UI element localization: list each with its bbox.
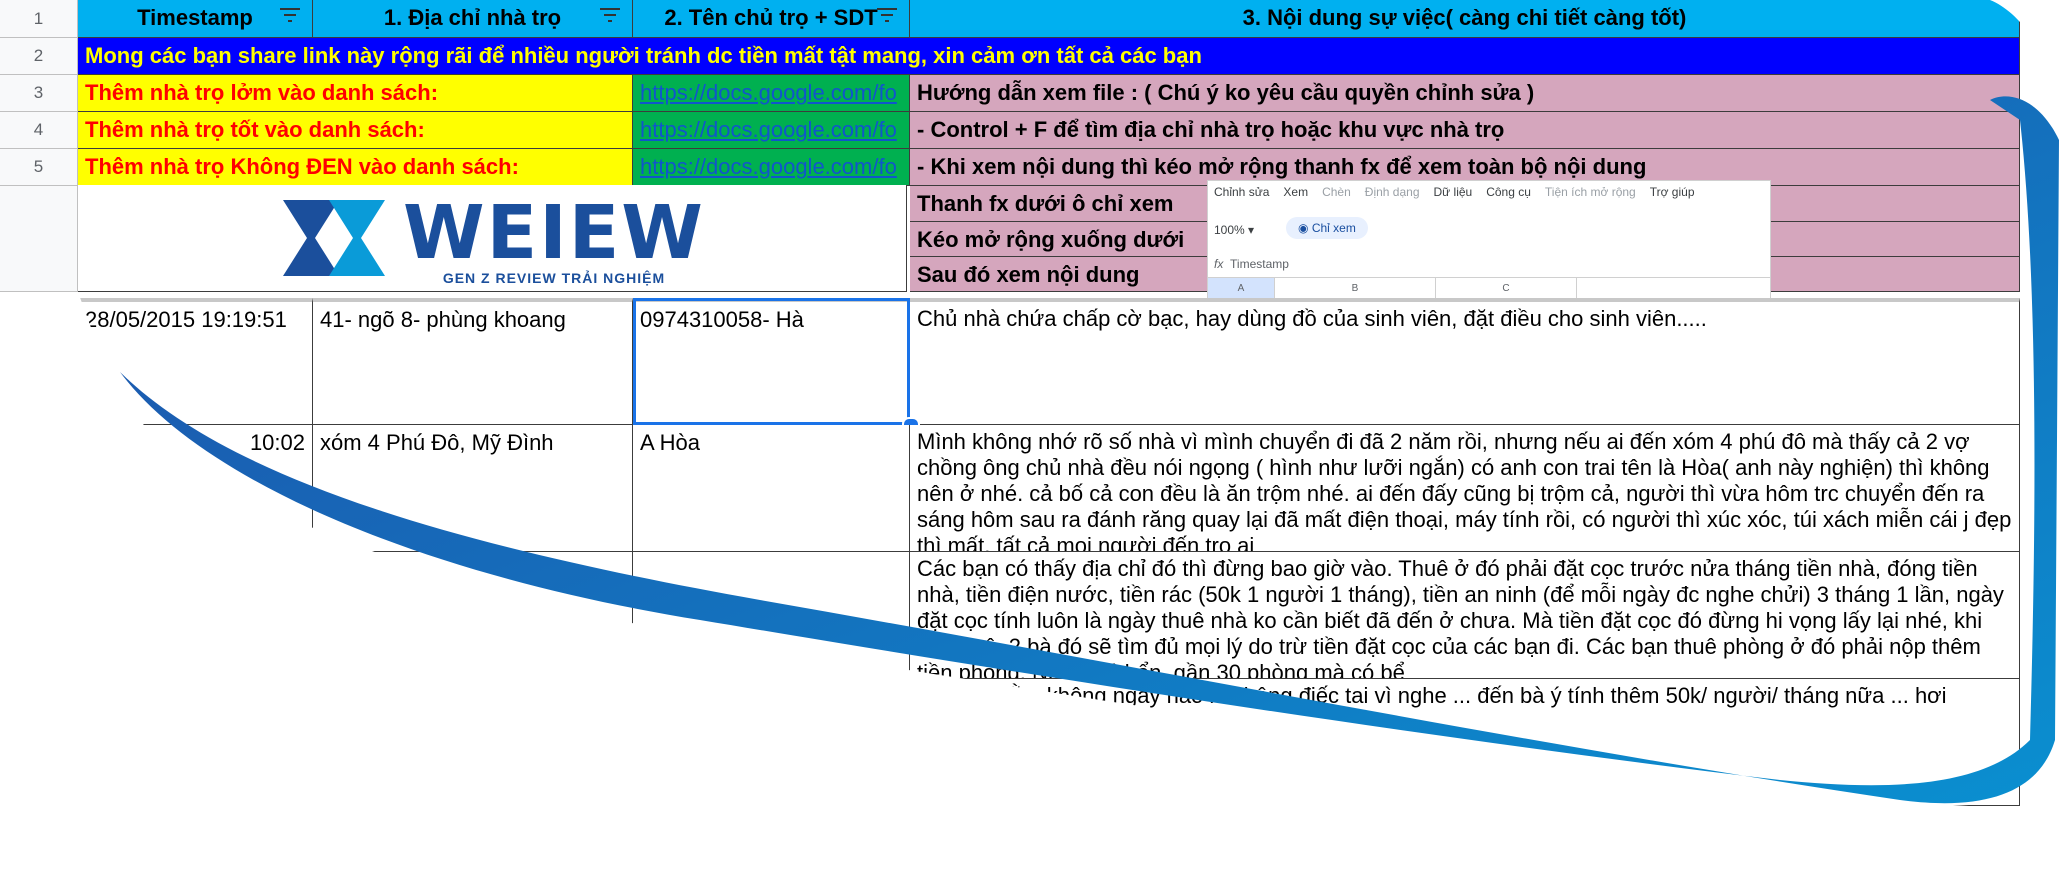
screenshot-stage: 1 2 3 4 5 Timestamp 1. Địa chỉ nhà trọ 2… [0,0,2059,880]
decorative-swoosh-overlay [0,0,2059,880]
